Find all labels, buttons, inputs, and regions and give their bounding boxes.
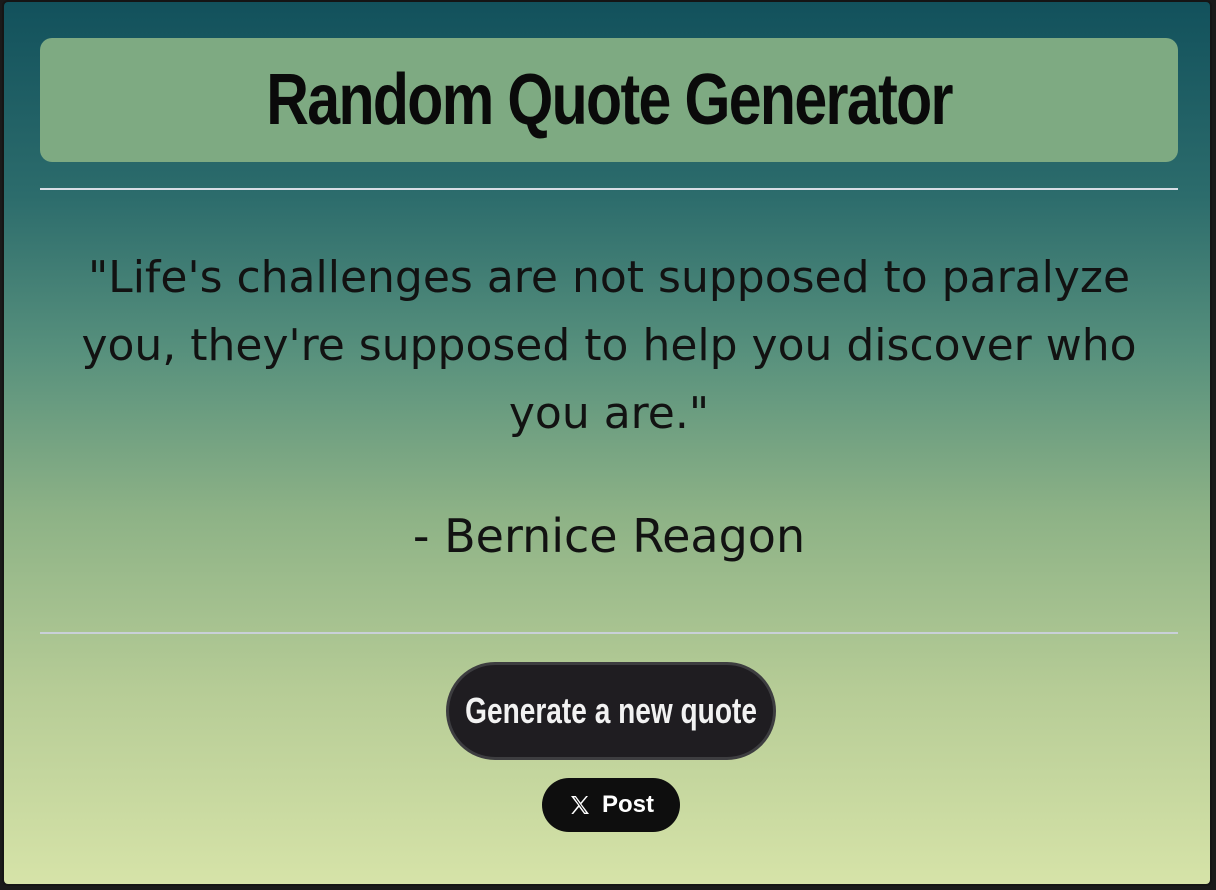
- page-title: Random Quote Generator: [266, 60, 953, 140]
- quote-author: - Bernice Reagon: [412, 509, 806, 563]
- quote-app: Random Quote Generator "Life's challenge…: [2, 0, 1212, 886]
- bottom-divider: [40, 632, 1178, 634]
- quote-text: "Life's challenges are not supposed to p…: [81, 252, 1137, 439]
- top-divider: [40, 188, 1178, 190]
- post-label: Post: [601, 791, 654, 818]
- header-banner: Random Quote Generator: [40, 38, 1178, 162]
- generate-quote-label: Generate a new quote: [465, 690, 757, 731]
- post-to-x-button[interactable]: Post: [542, 778, 680, 832]
- generate-quote-button[interactable]: Generate a new quote: [446, 662, 776, 760]
- x-logo-icon: [570, 796, 589, 814]
